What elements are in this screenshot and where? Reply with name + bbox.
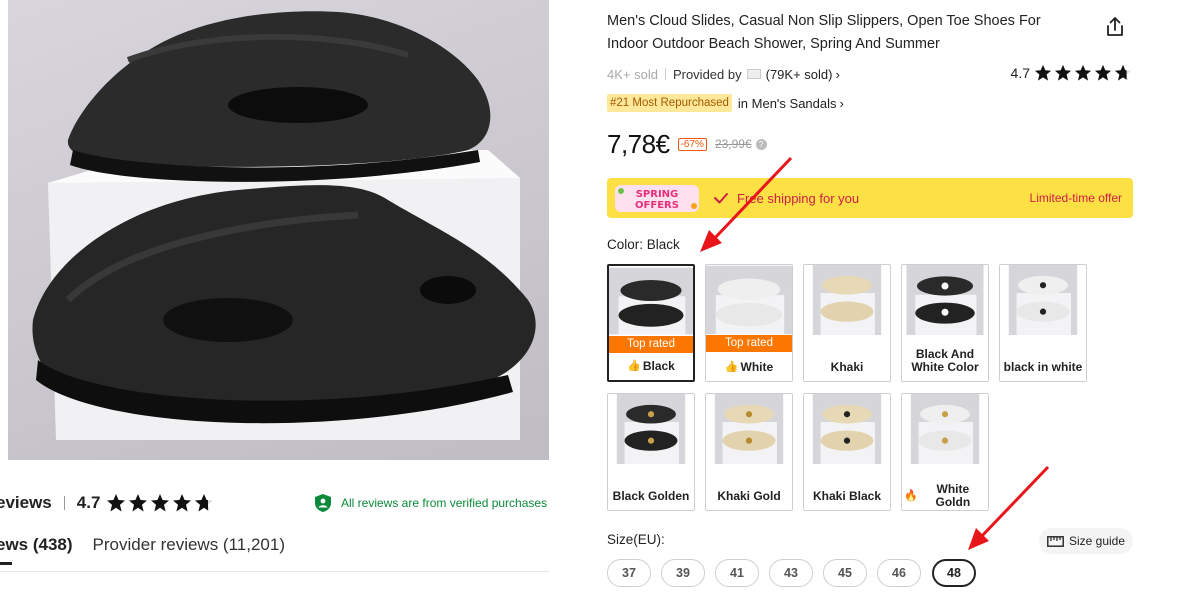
divider	[63, 496, 65, 510]
color-option-white-goldn[interactable]: 🔥 White Goldn	[901, 393, 989, 511]
star-icon	[129, 494, 148, 512]
size-option-43[interactable]: 43	[769, 559, 813, 587]
star-icon	[1034, 64, 1052, 81]
thumbs-up-icon: 👍	[724, 360, 739, 373]
color-option-black[interactable]: Top rated 👍 Black	[607, 264, 695, 382]
promo-text: Free shipping for you	[737, 190, 860, 206]
chevron-right-icon: ›	[835, 66, 840, 82]
verified-purchases-notice: All reviews are from verified purchases	[313, 490, 549, 516]
size-guide-button[interactable]: Size guide	[1039, 528, 1133, 554]
check-icon	[714, 193, 728, 204]
info-icon[interactable]: ?	[755, 138, 767, 150]
color-option-white[interactable]: Top rated 👍 White	[705, 264, 793, 382]
promo-badge-line1: SPRING	[636, 189, 679, 200]
provider-sold-link[interactable]: (79K+ sold)	[766, 67, 833, 82]
verified-text: All reviews are from verified purchases	[341, 496, 548, 510]
promo-limited-time: Limited-time offer	[1029, 191, 1122, 205]
swatch-thumbnail	[609, 267, 693, 335]
discount-badge: -67%	[677, 137, 707, 151]
swatch-thumbnail	[812, 265, 882, 335]
size-label: Size(EU):	[607, 532, 665, 547]
rank-category: in Men's Sandals	[737, 95, 837, 111]
size-option-39[interactable]: 39	[661, 559, 705, 587]
swatch-thumbnail	[812, 394, 882, 464]
divider	[0, 571, 549, 572]
swatch-label: 👍 Black	[627, 358, 675, 373]
reviews-title: eviews	[0, 493, 52, 512]
swatch-thumbnail	[706, 265, 792, 335]
thumbs-up-icon: 👍	[627, 359, 641, 372]
swatch-label: Khaki Gold	[717, 488, 781, 503]
swatch-label: 🔥 White Goldn	[904, 482, 971, 509]
reviews-rating: 4.7	[76, 493, 101, 512]
color-option-black-golden[interactable]: Black Golden	[607, 393, 695, 511]
size-option-37[interactable]: 37	[607, 559, 651, 587]
ruler-icon	[1047, 535, 1064, 547]
size-option-46[interactable]: 46	[877, 559, 921, 587]
swatch-label: Black And White Color	[911, 347, 979, 374]
spring-offers-badge: SPRING OFFERS	[615, 185, 699, 212]
divider	[664, 68, 666, 80]
swatch-label: Khaki Black	[812, 488, 882, 503]
star-icon	[173, 494, 192, 512]
size-option-48[interactable]: 48	[932, 559, 976, 587]
swatch-thumbnail	[616, 394, 686, 464]
tab-item-reviews[interactable]: ews (438)	[0, 535, 73, 555]
color-option-black-in-white[interactable]: black in white	[999, 264, 1087, 382]
size-option-41[interactable]: 41	[715, 559, 759, 587]
share-icon[interactable]	[1104, 16, 1126, 38]
size-guide-label: Size guide	[1068, 534, 1126, 548]
top-rated-badge: Top rated	[609, 336, 693, 353]
promo-badge-line2: OFFERS	[635, 200, 679, 211]
price-row: 7,78€ -67% 23,99€ ?	[607, 128, 767, 160]
current-price: 7,78€	[607, 128, 670, 159]
chevron-right-icon: ›	[839, 95, 844, 111]
reviews-stars	[106, 493, 214, 513]
provided-by-label: Provided by	[672, 66, 742, 82]
product-rating[interactable]: 4.7	[1011, 64, 1132, 82]
active-tab-underline	[0, 562, 12, 565]
swatch-label: black in white	[1003, 359, 1083, 374]
rating-value: 4.7	[1010, 65, 1030, 81]
product-main-image[interactable]	[8, 0, 549, 460]
swatch-label: Black Golden	[612, 488, 690, 503]
provider-logo	[746, 69, 761, 79]
reviews-header: eviews 4.7 All reviews are from verified…	[0, 490, 549, 516]
color-option-black-and-white[interactable]: Black And White Color	[901, 264, 989, 382]
sales-meta-row: 4K+ sold Provided by (79K+ sold) › 4.7	[607, 64, 1132, 84]
star-icon	[151, 494, 170, 512]
color-option-khaki[interactable]: Khaki	[803, 264, 891, 382]
color-label: Color: Black	[607, 237, 680, 252]
rank-row[interactable]: #21 Most Repurchased in Men's Sandals ›	[607, 93, 844, 113]
original-price: 23,99€	[714, 137, 752, 151]
star-half-icon	[1114, 64, 1132, 81]
swatch-label: 👍 White	[724, 359, 774, 374]
star-icon	[1054, 64, 1072, 81]
size-option-45[interactable]: 45	[823, 559, 867, 587]
rank-badge: #21 Most Repurchased	[607, 94, 732, 112]
slide-shoes-image	[32, 11, 536, 440]
star-icon	[1094, 64, 1112, 81]
reviews-tabs: ews (438) Provider reviews (11,201)	[0, 530, 285, 560]
star-icon	[1074, 64, 1092, 81]
star-half-icon	[195, 494, 214, 512]
tab-provider-reviews[interactable]: Provider reviews (11,201)	[93, 535, 285, 555]
swatch-label: Khaki	[830, 359, 864, 374]
product-title: Men's Cloud Slides, Casual Non Slip Slip…	[607, 13, 1041, 52]
fire-icon: 🔥	[904, 489, 918, 502]
swatch-thumbnail	[714, 394, 784, 464]
swatch-thumbnail	[1008, 265, 1078, 335]
swatch-thumbnail	[906, 265, 984, 335]
shield-check-icon	[315, 494, 331, 512]
star-icon	[107, 494, 126, 512]
promo-banner[interactable]: SPRING OFFERS Free shipping for you Limi…	[607, 178, 1133, 218]
sold-count: 4K+ sold	[607, 66, 658, 82]
color-option-khaki-black[interactable]: Khaki Black	[803, 393, 891, 511]
top-rated-badge: Top rated	[706, 335, 792, 352]
swatch-thumbnail	[910, 394, 980, 464]
color-option-khaki-gold[interactable]: Khaki Gold	[705, 393, 793, 511]
